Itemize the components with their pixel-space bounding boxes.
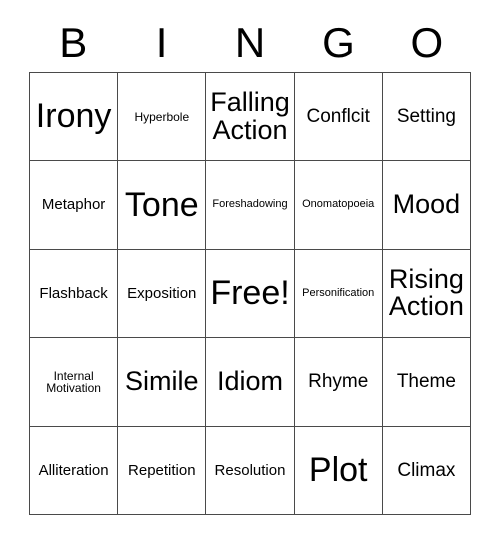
bingo-header-row: B I N G O bbox=[29, 14, 471, 72]
bingo-cell-label: Rhyme bbox=[308, 371, 369, 393]
header-letter-o: O bbox=[410, 19, 444, 66]
bingo-grid: Irony Hyperbole Falling Action Conflcit … bbox=[29, 72, 471, 515]
bingo-cell-label: Conflcit bbox=[306, 106, 370, 127]
bingo-cell[interactable]: Climax bbox=[382, 426, 471, 515]
bingo-cell[interactable]: Falling Action bbox=[206, 73, 295, 162]
bingo-cell[interactable]: Metaphor bbox=[30, 161, 119, 250]
bingo-cell[interactable]: Hyperbole bbox=[118, 73, 207, 162]
bingo-cell-label: Plot bbox=[308, 450, 368, 489]
bingo-cell[interactable]: Mood bbox=[382, 161, 471, 250]
bingo-cell-label: Alliteration bbox=[38, 461, 109, 479]
bingo-cell-label: Onomatopoeia bbox=[302, 198, 375, 211]
bingo-cell-label: Resolution bbox=[214, 461, 286, 479]
bingo-cell[interactable]: Repetition bbox=[118, 426, 207, 515]
bingo-cell-label: Exposition bbox=[127, 284, 197, 302]
bingo-cell[interactable]: Setting bbox=[382, 73, 471, 162]
bingo-cell[interactable]: Idiom bbox=[206, 338, 295, 427]
bingo-cell-label: Repetition bbox=[128, 461, 196, 479]
bingo-cell[interactable]: Exposition bbox=[118, 249, 207, 339]
bingo-cell-label: Flashback bbox=[39, 284, 108, 302]
header-letter-b: B bbox=[59, 19, 88, 66]
bingo-cell-label: Personification bbox=[302, 286, 375, 299]
bingo-cell-label: Falling Action bbox=[210, 87, 290, 145]
bingo-cell-label: Setting bbox=[396, 106, 456, 127]
bingo-cell-label: Climax bbox=[397, 459, 456, 481]
bingo-cell-label: Irony bbox=[35, 97, 112, 136]
bingo-cell[interactable]: Alliteration bbox=[30, 426, 119, 515]
header-letter-n: N bbox=[234, 19, 266, 66]
bingo-cell-label: Theme bbox=[396, 371, 456, 393]
bingo-cell-label: Internal Motivation bbox=[46, 368, 101, 395]
bingo-cell[interactable]: Rhyme bbox=[294, 338, 383, 427]
bingo-cell[interactable]: Foreshadowing bbox=[206, 161, 295, 250]
bingo-cell[interactable]: Flashback bbox=[30, 249, 119, 339]
bingo-cell[interactable]: Plot bbox=[294, 426, 383, 515]
bingo-cell-label: Free! bbox=[210, 274, 290, 313]
bingo-cell[interactable]: Resolution bbox=[206, 426, 295, 515]
bingo-card: B I N G O Irony Hyperbole Falling Action… bbox=[0, 0, 500, 544]
bingo-cell[interactable]: Theme bbox=[382, 338, 471, 427]
bingo-cell-label: Simile bbox=[125, 366, 199, 397]
bingo-cell[interactable]: Irony bbox=[30, 73, 119, 162]
bingo-cell-label: Idiom bbox=[216, 366, 283, 397]
header-letter-i: I bbox=[155, 19, 168, 66]
bingo-cell-label: Rising Action bbox=[388, 263, 464, 322]
bingo-cell[interactable]: Onomatopoeia bbox=[294, 161, 383, 250]
bingo-cell-free-space[interactable]: Free! bbox=[206, 249, 295, 339]
bingo-cell-label: Metaphor bbox=[41, 196, 106, 214]
bingo-cell[interactable]: Personification bbox=[294, 249, 383, 339]
bingo-cell-label: Foreshadowing bbox=[212, 198, 288, 211]
bingo-cell-label: Mood bbox=[392, 189, 461, 220]
bingo-cell[interactable]: Conflcit bbox=[294, 73, 383, 162]
bingo-cell[interactable]: Simile bbox=[118, 338, 207, 427]
bingo-cell-label: Hyperbole bbox=[134, 109, 190, 124]
bingo-cell-label: Tone bbox=[124, 185, 199, 224]
header-letter-g: G bbox=[322, 19, 355, 66]
bingo-cell[interactable]: Rising Action bbox=[382, 249, 471, 339]
bingo-cell[interactable]: Internal Motivation bbox=[30, 338, 119, 427]
bingo-cell[interactable]: Tone bbox=[118, 161, 207, 250]
